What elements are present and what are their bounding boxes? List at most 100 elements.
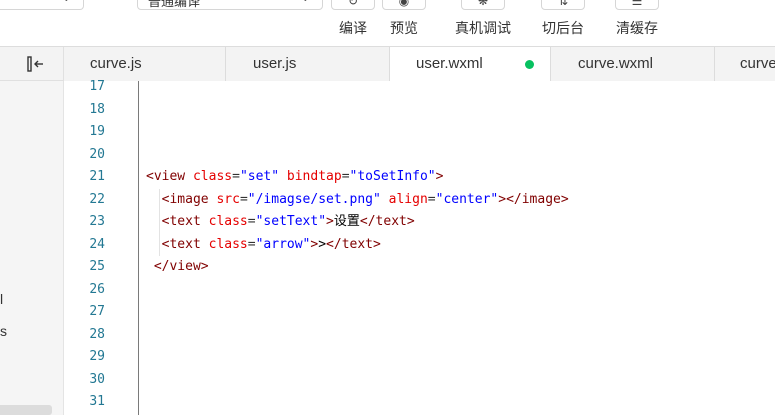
code-line[interactable]: <text class="setText">设置</text> xyxy=(146,211,415,234)
attribute-name: class xyxy=(208,236,248,252)
tab-curve[interactable]: curve xyxy=(715,47,775,81)
tag-name: text xyxy=(169,236,201,252)
code-line[interactable]: <image src="/imagse/set.png" align="cent… xyxy=(146,189,569,212)
remote-debug-label: 真机调试 xyxy=(455,20,511,36)
remote-debug-button[interactable]: ❋ 真机调试 xyxy=(447,0,519,46)
preview-label: 预览 xyxy=(390,20,418,36)
code-line[interactable]: <text class="arrow">></text> xyxy=(146,234,381,257)
line-number: 28 xyxy=(89,326,105,342)
line-number: 17 xyxy=(89,79,105,94)
unsaved-dot-icon[interactable] xyxy=(525,60,534,69)
code-token: = xyxy=(239,191,248,207)
tag-bracket: </ xyxy=(153,259,170,274)
tab-curve-wxml[interactable]: curve.wxml xyxy=(551,47,715,81)
tag-bracket: > xyxy=(435,169,444,184)
tab-user-js[interactable]: user.js xyxy=(226,47,390,81)
tag-bracket: </ xyxy=(326,236,342,252)
line-number: 21 xyxy=(89,169,105,184)
code-line[interactable]: </view> xyxy=(146,256,209,279)
tag-bracket: > xyxy=(326,214,334,229)
attribute-value: "/imagse/set.png" xyxy=(247,191,381,207)
attribute-name: bindtap xyxy=(286,169,342,184)
switch-background-label: 切后台 xyxy=(542,20,584,36)
clear-cache-button[interactable]: ☰ 清缓存 xyxy=(609,0,665,46)
attribute-name: align xyxy=(388,191,428,207)
tag-bracket: ></ xyxy=(498,191,522,207)
line-number: 18 xyxy=(89,101,105,117)
code-line[interactable]: <view class="set" bindtap="toSetInfo"> xyxy=(146,166,443,189)
toolbar: ⌄ 普通编译 ⌄ ↻ 编译 ◉ 预览 ❋ 真机调试 ⇅ 切后台 ☰ 清缓存 xyxy=(0,0,775,46)
layers-icon: ☰ xyxy=(615,0,659,10)
code-token: = xyxy=(247,236,256,252)
line-number: 25 xyxy=(89,259,105,274)
line-number: 23 xyxy=(89,214,105,229)
tag-bracket: > xyxy=(200,259,209,274)
preview-button[interactable]: ◉ 预览 xyxy=(382,0,426,46)
chevron-down-icon: ⌄ xyxy=(301,0,310,4)
file-tree-panel: l s xyxy=(0,81,64,415)
gutter-divider xyxy=(138,81,139,415)
line-number: 22 xyxy=(89,191,105,207)
attribute-value: "arrow" xyxy=(255,236,311,252)
line-number: 26 xyxy=(89,281,105,297)
line-number: 27 xyxy=(89,304,105,319)
indent-guide xyxy=(159,233,160,256)
tab-label: curve xyxy=(740,55,775,72)
line-number: 19 xyxy=(89,124,105,139)
tag-bracket: > xyxy=(406,214,415,229)
file-tree-item-fragment[interactable]: l xyxy=(0,291,3,307)
code-token: = xyxy=(341,169,350,184)
text-content: 设置 xyxy=(333,214,360,229)
tag-name: text xyxy=(169,214,201,229)
background-icon: ⇅ xyxy=(541,0,585,10)
horizontal-scrollbar[interactable] xyxy=(0,405,52,415)
attribute-value: "center" xyxy=(435,191,499,207)
compile-mode-select[interactable]: 普通编译 ⌄ xyxy=(137,0,323,10)
tag-name: image xyxy=(169,191,209,207)
attribute-value: "toSetInfo" xyxy=(349,169,436,184)
line-number: 31 xyxy=(89,394,105,409)
switch-background-button[interactable]: ⇅ 切后台 xyxy=(535,0,591,46)
compile-label: 编译 xyxy=(339,20,367,36)
code-token: = xyxy=(232,169,240,184)
compile-button[interactable]: ↻ 编译 xyxy=(331,0,375,46)
tab-user-wxml[interactable]: user.wxml xyxy=(390,47,551,82)
bug-icon: ❋ xyxy=(461,0,505,10)
line-number-gutter: 17 18 19 20 21 22 23 24 25 26 27 28 29 30 31 xyxy=(64,79,138,415)
code-token: = xyxy=(247,214,256,229)
tag-name: text xyxy=(341,236,374,252)
toggle-sidebar-button[interactable] xyxy=(0,47,64,81)
tag-bracket: > xyxy=(560,191,569,207)
attribute-value: "setText" xyxy=(255,214,327,229)
indent-guide xyxy=(159,188,160,211)
refresh-icon: ↻ xyxy=(331,0,375,10)
tag-bracket: < xyxy=(146,169,154,184)
indent-guide xyxy=(159,211,160,234)
tab-label: curve.wxml xyxy=(578,55,654,72)
editor-tab-bar: curve.js user.js user.wxml curve.wxml cu… xyxy=(0,46,775,82)
tag-name: view xyxy=(169,259,201,274)
chevron-down-icon: ⌄ xyxy=(62,0,71,4)
eye-icon: ◉ xyxy=(382,0,426,10)
line-number: 20 xyxy=(89,146,105,162)
line-number: 30 xyxy=(89,371,105,387)
compile-mode-value: 普通编译 xyxy=(148,0,201,9)
tab-label: user.js xyxy=(253,55,297,72)
tag-name: image xyxy=(521,191,561,207)
code-token: = xyxy=(427,191,436,207)
tag-bracket: </ xyxy=(359,214,376,229)
code-editor[interactable]: 17 18 19 20 21 22 23 24 25 26 27 28 29 30 31 <view cla… xyxy=(64,79,775,415)
collapse-panel-icon xyxy=(27,56,43,72)
file-tree-item-fragment[interactable]: s xyxy=(0,323,7,339)
tag-name: text xyxy=(375,214,407,229)
clear-cache-label: 清缓存 xyxy=(616,20,658,36)
tag-name: view xyxy=(153,169,186,184)
attribute-name: class xyxy=(208,214,248,229)
mode-dropdown[interactable]: ⌄ xyxy=(0,0,84,10)
